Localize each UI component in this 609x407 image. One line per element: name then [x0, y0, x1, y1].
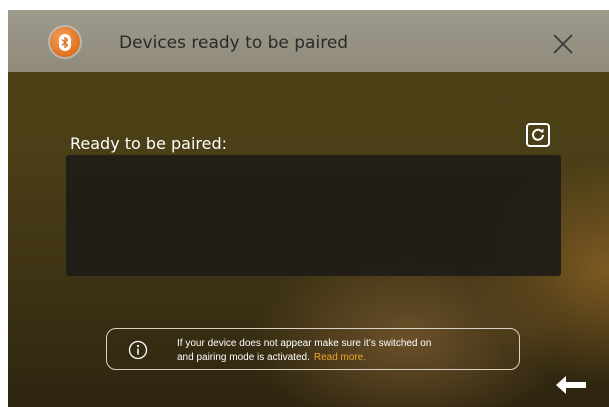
info-text-line-2: and pairing mode is activated. Read more. [177, 351, 431, 365]
read-more-link[interactable]: Read more. [314, 352, 366, 363]
info-text-line-1: If your device does not appear make sure… [177, 338, 432, 349]
info-icon [128, 340, 148, 360]
info-text-line-2-body: and pairing mode is activated. [177, 352, 310, 363]
close-button[interactable] [552, 33, 574, 55]
bluetooth-app-logo [50, 27, 80, 57]
section-label: Ready to be paired: [70, 134, 228, 153]
bluetooth-icon [59, 33, 71, 51]
refresh-icon [532, 128, 544, 141]
refresh-button[interactable] [526, 123, 550, 147]
info-notice: If your device does not appear make sure… [106, 328, 520, 370]
title-bar: Devices ready to be paired [8, 10, 609, 72]
window-title: Devices ready to be paired [119, 33, 349, 53]
close-icon [553, 34, 573, 54]
pairing-window: Devices ready to be paired Ready to be p… [8, 10, 609, 407]
device-list[interactable] [66, 155, 561, 276]
back-arrow-icon [556, 376, 586, 394]
info-text: If your device does not appear make sure… [177, 337, 431, 365]
back-button[interactable] [556, 376, 586, 394]
